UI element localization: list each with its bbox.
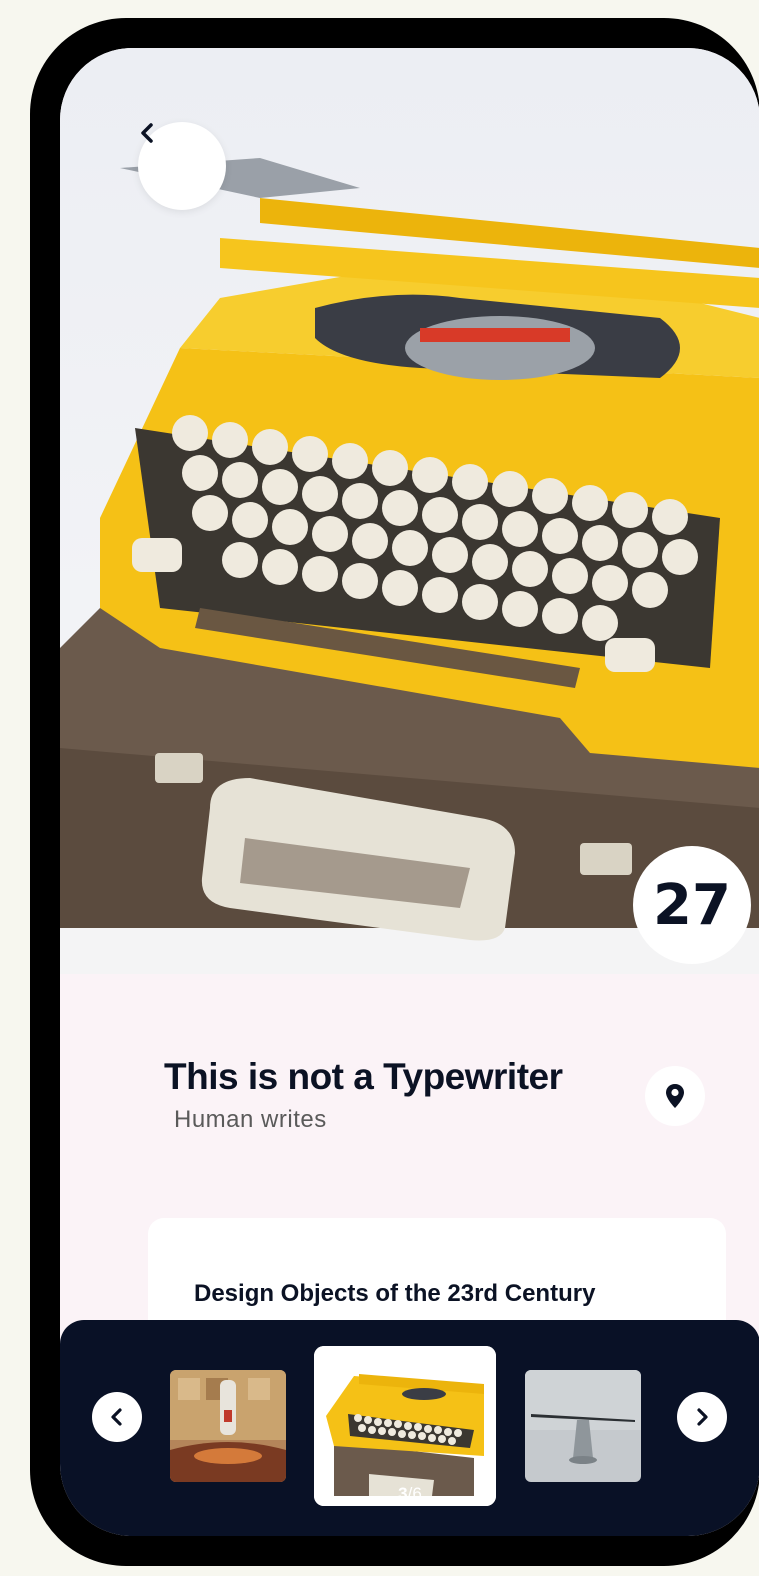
carousel-next-button[interactable]	[677, 1392, 727, 1442]
back-button[interactable]	[138, 122, 226, 210]
page-total: 6	[412, 1484, 422, 1503]
location-button[interactable]	[645, 1066, 705, 1126]
count-badge: 27	[633, 846, 751, 964]
carousel-thumb-2[interactable]	[170, 1370, 286, 1482]
product-image: 27	[60, 48, 759, 974]
thumbnail-image	[525, 1370, 641, 1482]
thumbnail-image	[314, 1346, 496, 1506]
screen: 27 This is not a Typewriter Human writes…	[60, 48, 759, 1536]
thumbnail-image	[170, 1370, 286, 1482]
carousel-thumb-3[interactable]	[314, 1346, 496, 1506]
phone-frame: 27 This is not a Typewriter Human writes…	[30, 18, 759, 1566]
page-current: 3	[398, 1484, 408, 1503]
product-subtitle: Human writes	[174, 1106, 327, 1133]
carousel-thumb-4[interactable]	[525, 1370, 641, 1482]
chevron-left-icon	[111, 1408, 122, 1426]
chevron-right-icon	[697, 1408, 708, 1426]
page-indicator: 3/6	[60, 1484, 759, 1504]
page-title: This is not a Typewriter	[164, 1056, 563, 1097]
collection-title: Design Objects of the 23rd Century	[194, 1280, 596, 1307]
carousel-prev-button[interactable]	[92, 1392, 142, 1442]
chevron-left-icon	[141, 123, 153, 143]
map-pin-icon	[666, 1084, 684, 1108]
